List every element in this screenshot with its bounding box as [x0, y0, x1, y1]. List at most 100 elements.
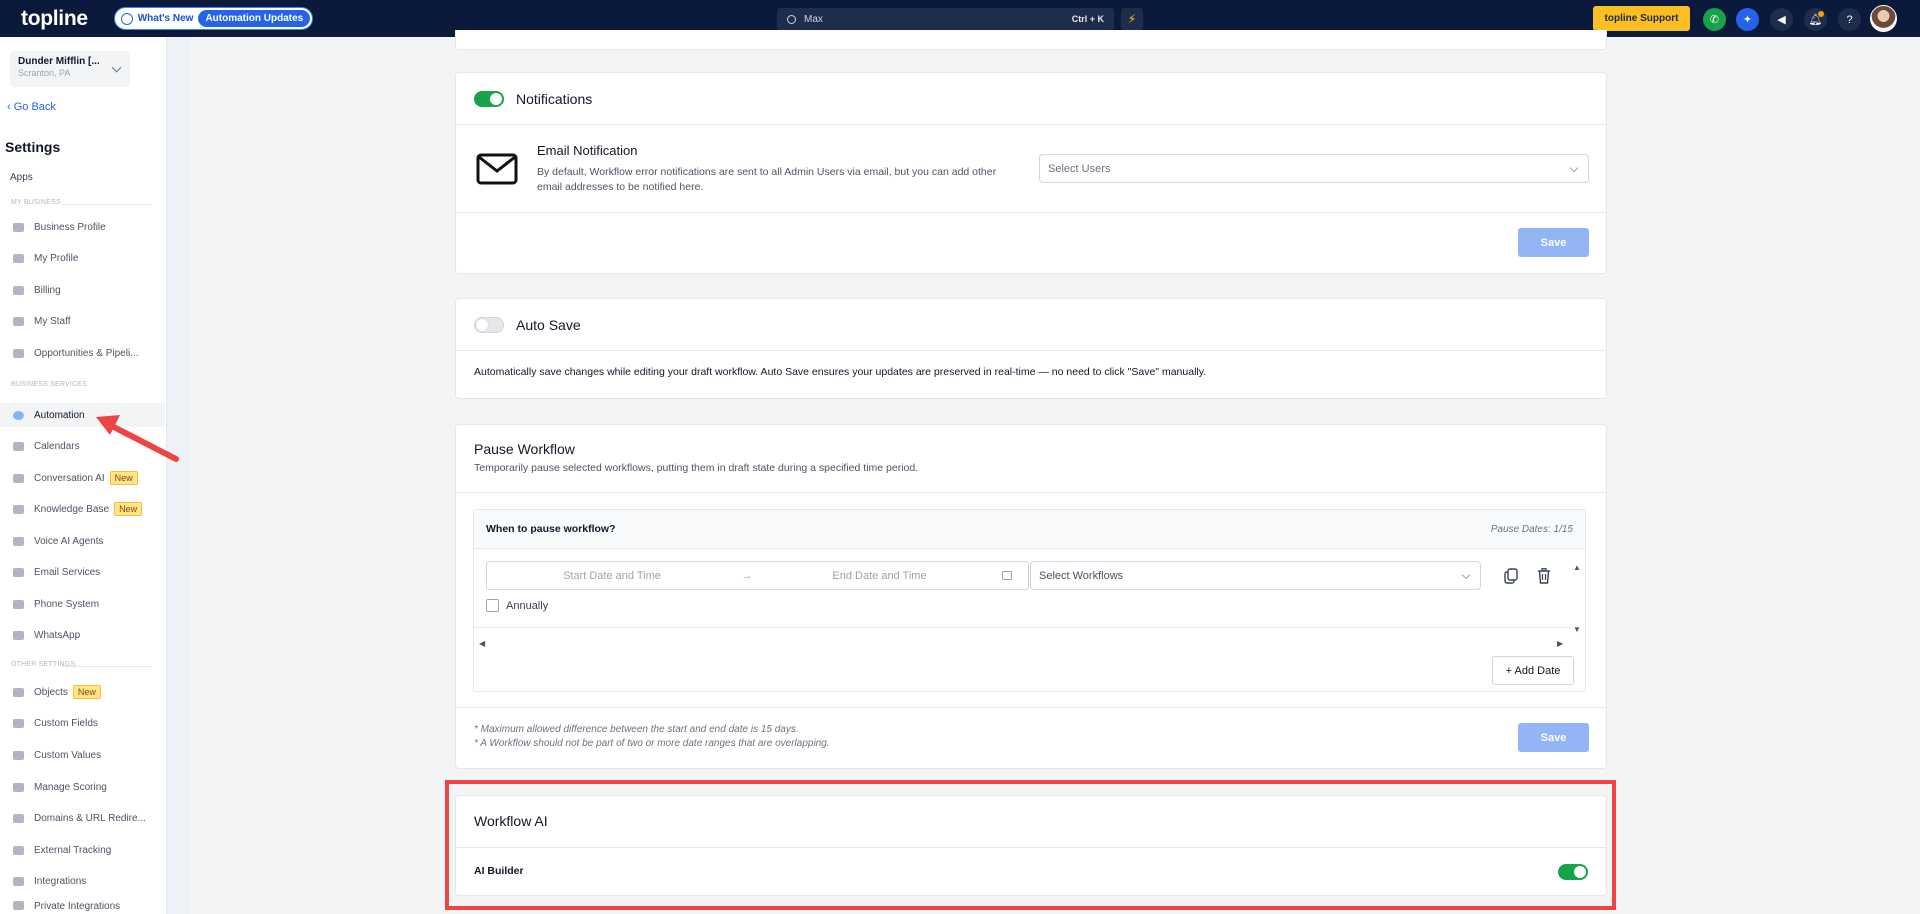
start-date-input[interactable]: Start Date and Time	[487, 570, 737, 582]
sidebar-item-apps[interactable]: Apps	[10, 172, 33, 183]
sidebar-item-label: Business Profile	[34, 221, 106, 233]
help-icon[interactable]: ?	[1838, 8, 1861, 31]
megaphone-icon	[120, 12, 133, 25]
scroll-down-icon[interactable]: ▼	[1573, 625, 1581, 634]
sidebar-item-custom-fields[interactable]: Custom Fields	[0, 711, 165, 735]
auto-save-toggle[interactable]	[474, 316, 504, 333]
notifications-title: Notifications	[516, 90, 593, 107]
select-users-placeholder: Select Users	[1048, 162, 1111, 175]
phone-icon[interactable]: ✆	[1703, 8, 1726, 31]
date-range-picker[interactable]: Start Date and Time → End Date and Time	[486, 561, 1029, 590]
new-badge: New	[109, 471, 138, 485]
annually-checkbox[interactable]: Annually	[486, 599, 548, 612]
edit-icon	[13, 718, 24, 728]
sidebar-item-my-staff[interactable]: My Staff	[0, 309, 165, 333]
pause-workflow-card: Pause Workflow Temporarily pause selecte…	[455, 424, 1607, 769]
sidebar-item-my-profile[interactable]: My Profile	[0, 246, 165, 270]
auto-save-description: Automatically save changes while editing…	[474, 366, 1207, 378]
sidebar-item-billing[interactable]: Billing	[0, 278, 165, 302]
notifications-save-button[interactable]: Save	[1518, 228, 1589, 257]
chat-icon	[13, 473, 24, 483]
sidebar-item-label: Calendars	[34, 440, 80, 452]
pause-dates-header: When to pause workflow? Pause Dates: 1/1…	[474, 510, 1585, 549]
sidebar-item-knowledge-base[interactable]: Knowledge Base New	[0, 497, 165, 521]
account-location: Scranton, PA	[18, 68, 71, 78]
note-line: * A Workflow should not be part of two o…	[474, 738, 830, 749]
notifications-header: Notifications	[456, 73, 1606, 125]
sidebar-item-business-profile[interactable]: Business Profile	[0, 215, 165, 239]
end-date-input[interactable]: End Date and Time	[757, 570, 1002, 582]
ai-assistant-icon[interactable]: ✦	[1736, 8, 1759, 31]
sidebar-item-email-services[interactable]: Email Services	[0, 560, 165, 584]
support-button[interactable]: topline Support	[1593, 6, 1690, 31]
pause-workflow-save-button[interactable]: Save	[1518, 723, 1589, 752]
sidebar-item-whatsapp[interactable]: WhatsApp	[0, 623, 165, 647]
section-my-business: MY BUSINESS	[11, 199, 61, 206]
sidebar-item-label: Integrations	[34, 875, 87, 887]
sidebar-item-label: Custom Values	[34, 749, 102, 761]
email-notification-description: By default, Workflow error notifications…	[537, 165, 1037, 195]
sidebar-item-domains[interactable]: Domains & URL Redire...	[0, 806, 165, 830]
sidebar-item-label: Domains & URL Redire...	[34, 812, 146, 824]
sidebar-item-voice-ai-agents[interactable]: Voice AI Agents	[0, 529, 165, 553]
auto-save-header: Auto Save	[456, 299, 1606, 351]
scroll-up-icon[interactable]: ▲	[1573, 563, 1581, 572]
sidebar-item-external-tracking[interactable]: External Tracking	[0, 838, 165, 862]
app-logo[interactable]: topline	[21, 7, 88, 31]
notifications-toggle[interactable]	[474, 90, 504, 107]
sidebar-item-label: External Tracking	[34, 844, 112, 856]
calendar-icon	[1002, 571, 1012, 580]
trash-icon[interactable]	[1537, 568, 1551, 584]
sidebar-item-integrations[interactable]: Integrations	[0, 869, 165, 893]
section-business-services: BUSINESS SERVICES	[11, 381, 88, 388]
announcement-icon[interactable]: ◀	[1770, 8, 1793, 31]
quick-actions-bolt-icon[interactable]: ⚡	[1121, 8, 1143, 30]
sidebar-item-label: Opportunities & Pipeli...	[34, 347, 139, 359]
settings-sidebar: Dunder Mifflin [... Scranton, PA ‹ Go Ba…	[0, 37, 167, 914]
email-notification-title: Email Notification	[537, 143, 638, 158]
annotation-arrow-icon	[96, 415, 179, 462]
book-icon	[13, 504, 24, 514]
sidebar-item-phone-system[interactable]: Phone System	[0, 592, 165, 616]
search-icon	[787, 14, 796, 24]
sidebar-title: Settings	[5, 139, 61, 155]
scroll-left-icon[interactable]: ◀	[479, 639, 485, 648]
search-input[interactable]: Max Ctrl + K	[777, 8, 1114, 30]
add-date-button[interactable]: + Add Date	[1492, 656, 1574, 685]
search-shortcut: Ctrl + K	[1071, 14, 1104, 24]
sidebar-item-custom-values[interactable]: Custom Values	[0, 743, 165, 767]
automation-gear-icon	[13, 410, 24, 420]
user-avatar[interactable]	[1870, 5, 1897, 32]
divider	[456, 212, 1606, 213]
account-switcher[interactable]: Dunder Mifflin [... Scranton, PA	[10, 51, 130, 87]
sidebar-item-private-integrations[interactable]: Private Integrations	[0, 901, 165, 914]
checkbox-box[interactable]	[486, 599, 499, 612]
go-back-link[interactable]: ‹ Go Back	[7, 101, 56, 113]
palette-icon	[13, 750, 24, 760]
bell-icon[interactable]: 🔔︎	[1804, 8, 1827, 31]
domain-icon	[13, 813, 24, 823]
arrow-right-icon: →	[741, 569, 753, 582]
sidebar-item-label: WhatsApp	[34, 629, 81, 641]
briefcase-icon	[13, 222, 24, 232]
automation-updates-pill[interactable]: Automation Updates	[198, 10, 311, 27]
select-users-dropdown[interactable]: Select Users	[1039, 154, 1589, 183]
whats-new-button[interactable]: What's New Automation Updates	[113, 7, 314, 30]
grid-icon	[13, 285, 24, 295]
note-line: * Maximum allowed difference between the…	[474, 724, 799, 735]
toggle-knob	[476, 318, 488, 331]
sidebar-item-objects[interactable]: Objects New	[0, 680, 165, 704]
sidebar-item-label: My Profile	[34, 252, 79, 264]
sidebar-item-opportunities[interactable]: Opportunities & Pipeli...	[0, 341, 165, 365]
pause-workflow-notes: * Maximum allowed difference between the…	[474, 723, 830, 751]
sidebar-item-conversation-ai[interactable]: Conversation AI New	[0, 466, 165, 490]
sidebar-scroll-track[interactable]	[167, 37, 190, 914]
tracking-icon	[13, 845, 24, 855]
copy-icon[interactable]	[1504, 568, 1518, 584]
pause-workflow-description: Temporarily pause selected workflows, pu…	[474, 462, 919, 474]
select-workflows-dropdown[interactable]: Select Workflows	[1030, 561, 1481, 590]
scroll-right-icon[interactable]: ▶	[1557, 639, 1563, 648]
divider	[474, 627, 1571, 628]
sidebar-item-manage-scoring[interactable]: Manage Scoring	[0, 775, 165, 799]
previous-card-bottom	[455, 30, 1607, 50]
